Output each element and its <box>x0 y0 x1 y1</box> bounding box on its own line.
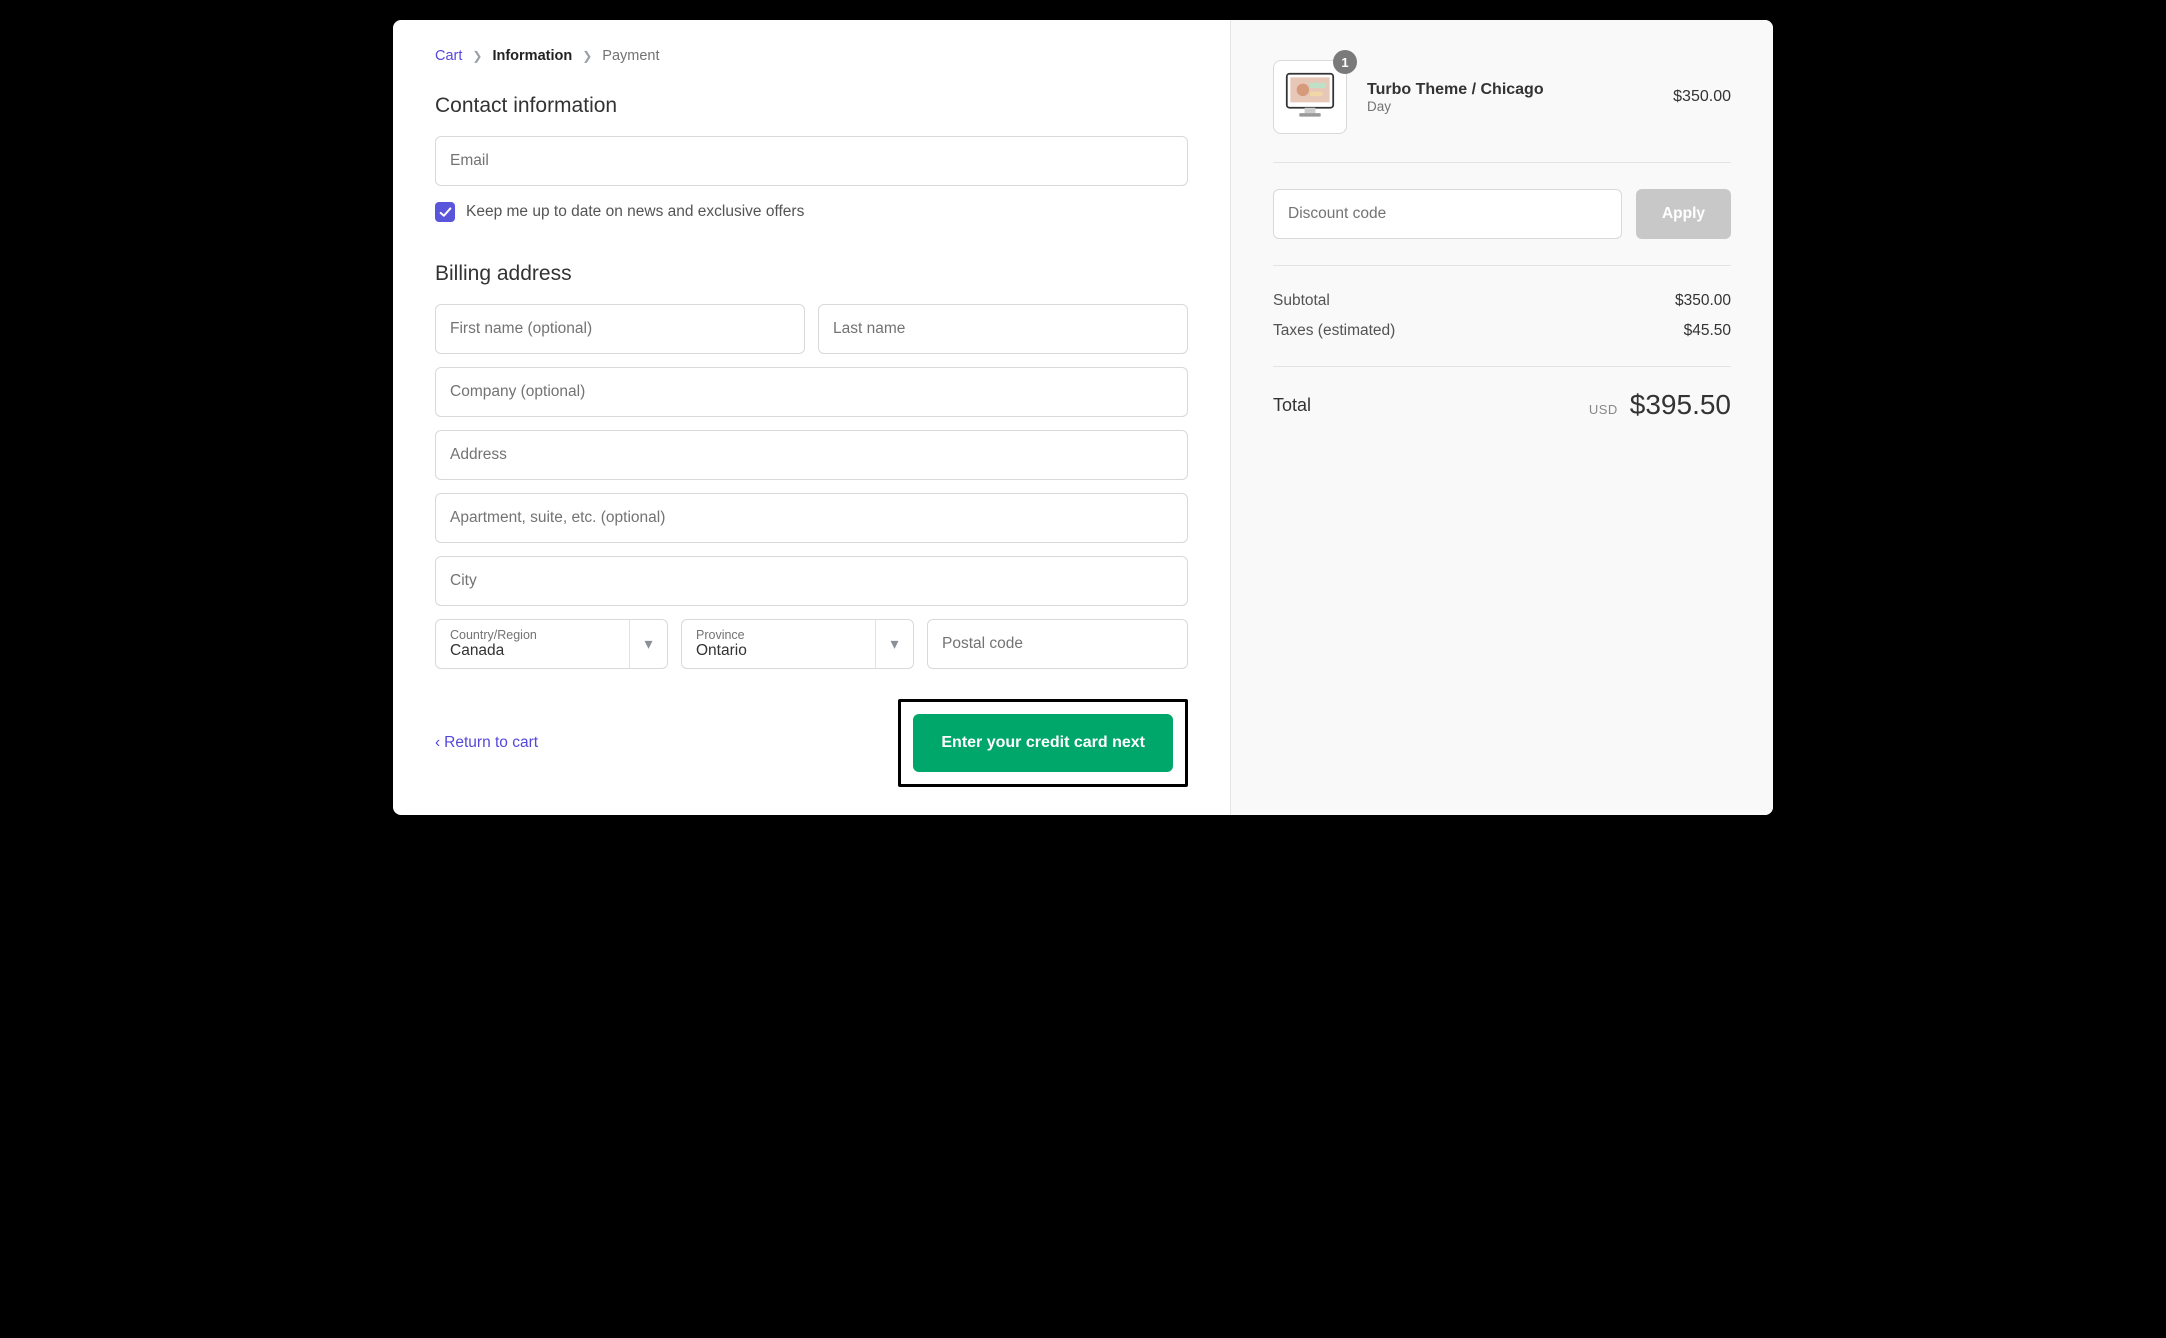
quantity-badge: 1 <box>1333 50 1357 74</box>
billing-address-heading: Billing address <box>435 262 1188 286</box>
product-name: Turbo Theme / Chicago <box>1367 81 1653 99</box>
order-summary-column: 1 Turbo Theme / Chicago Day $350.00 Appl… <box>1231 20 1773 815</box>
discount-code-field[interactable] <box>1273 189 1622 239</box>
checkout-frame: Cart ❯ Information ❯ Payment Contact inf… <box>393 20 1773 815</box>
country-select-label: Country/Region <box>450 628 615 642</box>
email-field[interactable] <box>435 136 1188 186</box>
taxes-label: Taxes (estimated) <box>1273 322 1395 340</box>
check-icon <box>439 206 452 219</box>
product-thumbnail <box>1273 60 1347 134</box>
contact-info-heading: Contact information <box>435 94 1188 118</box>
return-to-cart-link[interactable]: ‹ Return to cart <box>435 734 538 752</box>
newsletter-label: Keep me up to date on news and exclusive… <box>466 203 804 221</box>
cta-highlight-box: Enter your credit card next <box>898 699 1188 787</box>
monitor-icon <box>1283 72 1337 122</box>
country-select[interactable]: Country/Region Canada ▾ <box>435 619 668 669</box>
chevron-right-icon: ❯ <box>472 49 482 63</box>
breadcrumb: Cart ❯ Information ❯ Payment <box>435 48 1188 64</box>
city-field[interactable] <box>435 556 1188 606</box>
chevron-left-icon: ‹ <box>435 734 440 752</box>
apply-discount-button[interactable]: Apply <box>1636 189 1731 239</box>
province-select[interactable]: Province Ontario ▾ <box>681 619 914 669</box>
total-currency: USD <box>1589 402 1618 417</box>
total-label: Total <box>1273 395 1311 416</box>
province-select-label: Province <box>696 628 861 642</box>
breadcrumb-information: Information <box>492 48 572 64</box>
continue-to-payment-button[interactable]: Enter your credit card next <box>913 714 1173 772</box>
breadcrumb-cart[interactable]: Cart <box>435 48 462 64</box>
product-variant: Day <box>1367 99 1653 114</box>
main-column: Cart ❯ Information ❯ Payment Contact inf… <box>393 20 1231 815</box>
total-amount: $395.50 <box>1630 389 1731 421</box>
chevron-down-icon: ▾ <box>875 620 913 668</box>
chevron-right-icon: ❯ <box>582 49 592 63</box>
breadcrumb-payment: Payment <box>602 48 659 64</box>
postal-code-field[interactable] <box>927 619 1188 669</box>
country-select-value: Canada <box>450 642 615 660</box>
newsletter-checkbox[interactable] <box>435 202 455 222</box>
first-name-field[interactable] <box>435 304 805 354</box>
subtotal-value: $350.00 <box>1675 292 1731 310</box>
last-name-field[interactable] <box>818 304 1188 354</box>
address-field[interactable] <box>435 430 1188 480</box>
product-price: $350.00 <box>1673 88 1731 106</box>
subtotal-label: Subtotal <box>1273 292 1330 310</box>
company-field[interactable] <box>435 367 1188 417</box>
chevron-down-icon: ▾ <box>629 620 667 668</box>
return-to-cart-label: Return to cart <box>444 734 538 752</box>
taxes-value: $45.50 <box>1684 322 1731 340</box>
apartment-field[interactable] <box>435 493 1188 543</box>
cart-line-item: 1 Turbo Theme / Chicago Day $350.00 <box>1273 60 1731 162</box>
province-select-value: Ontario <box>696 642 861 660</box>
